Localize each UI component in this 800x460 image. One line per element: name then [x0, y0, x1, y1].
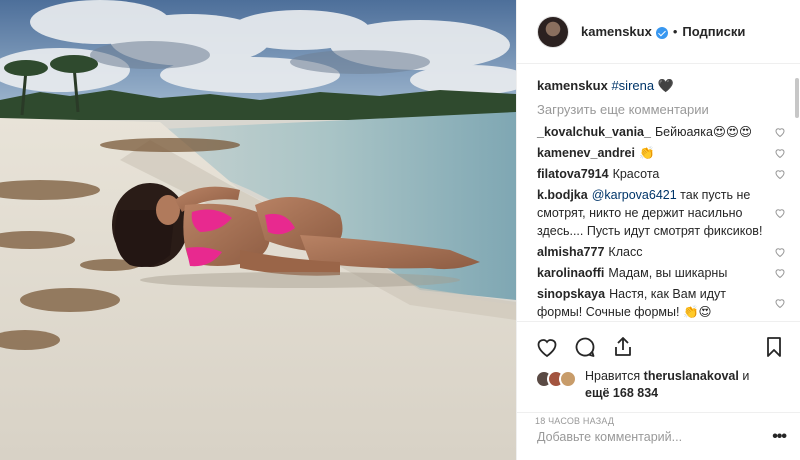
- beach-photo-image: [0, 0, 516, 460]
- likes-count-link[interactable]: ещё 168 834: [585, 386, 658, 400]
- comment-text: Мадам, вы шикарны: [608, 266, 728, 280]
- comment-username[interactable]: _kovalchuk_vania_: [537, 125, 651, 139]
- comment-item: karolinaoffi Мадам, вы шикарны: [537, 264, 786, 282]
- comment-like-heart-icon[interactable]: [774, 207, 786, 219]
- liker-avatars: [535, 370, 577, 388]
- comment-item: filatova7914 Красота: [537, 165, 786, 183]
- post-photo[interactable]: [0, 0, 516, 460]
- post-caption: kamenskux #sirena 🖤: [537, 77, 786, 95]
- caption-username[interactable]: kamenskux: [537, 78, 608, 93]
- action-icons-row: [535, 330, 786, 364]
- heart-icon[interactable]: [535, 335, 559, 359]
- comment-username[interactable]: karolinaoffi: [537, 266, 604, 280]
- comment-item: almisha777 Класс: [537, 243, 786, 261]
- comment-item: k.bodjka @karpova6421 так пусть не смотря…: [537, 186, 786, 240]
- post-header: kamenskux • Подписки: [517, 0, 800, 64]
- comment-text: 👏: [638, 146, 655, 160]
- comment-username[interactable]: kamenev_andrei: [537, 146, 635, 160]
- comment-item: _kovalchuk_vania_ Бейюаяка😍😍😍: [537, 123, 786, 141]
- comment-like-heart-icon[interactable]: [774, 126, 786, 138]
- comments-list[interactable]: kamenskux #sirena 🖤 Загрузить еще коммен…: [517, 65, 800, 321]
- comment-username[interactable]: filatova7914: [537, 167, 609, 181]
- comment-like-heart-icon[interactable]: [774, 297, 786, 309]
- comment-like-heart-icon[interactable]: [774, 168, 786, 180]
- comment-item: sinopskaya Настя, как Вам идут формы! Соч…: [537, 285, 786, 321]
- comment-icon[interactable]: [573, 335, 597, 359]
- more-options-icon[interactable]: •••: [772, 428, 787, 446]
- comment-like-heart-icon[interactable]: [774, 267, 786, 279]
- caption-emoji: 🖤: [657, 78, 674, 93]
- comments-scrollbar[interactable]: [795, 78, 799, 118]
- comment-text: Бейюаяка😍😍😍: [654, 125, 752, 139]
- likes-prefix: Нравится: [585, 369, 641, 383]
- verified-badge-icon: [655, 26, 668, 39]
- load-more-comments-button[interactable]: Загрузить еще комментарии: [537, 101, 786, 119]
- comment-like-heart-icon[interactable]: [774, 246, 786, 258]
- author-username[interactable]: kamenskux: [581, 24, 652, 39]
- comment-username[interactable]: almisha777: [537, 245, 604, 259]
- liker-avatar[interactable]: [559, 370, 577, 388]
- comment-username[interactable]: sinopskaya: [537, 287, 605, 301]
- header-separator: •: [672, 24, 678, 39]
- share-icon[interactable]: [611, 335, 635, 359]
- comment-like-heart-icon[interactable]: [774, 147, 786, 159]
- comment-username[interactable]: k.bodjka: [537, 188, 588, 202]
- caption-hashtag[interactable]: #sirena: [611, 78, 654, 93]
- comment-text: Класс: [608, 245, 643, 259]
- comment-mention[interactable]: @karpova6421: [592, 188, 677, 202]
- bookmark-icon[interactable]: [762, 335, 786, 359]
- following-button[interactable]: Подписки: [682, 24, 745, 39]
- add-comment-input[interactable]: [537, 429, 773, 444]
- author-avatar[interactable]: [537, 15, 569, 48]
- comment-text: Красота: [612, 167, 660, 181]
- likes-summary: Нравится theruslanakoval и ещё 168 834: [535, 368, 786, 402]
- likes-user-link[interactable]: theruslanakoval: [644, 369, 739, 383]
- post-side-panel: kamenskux • Подписки kamenskux #sirena 🖤…: [516, 0, 800, 460]
- likes-conj: и: [742, 369, 750, 383]
- comment-item: kamenev_andrei 👏: [537, 144, 786, 162]
- likes-text: Нравится theruslanakoval и ещё 168 834: [585, 368, 749, 402]
- add-comment-bar: •••: [517, 412, 800, 460]
